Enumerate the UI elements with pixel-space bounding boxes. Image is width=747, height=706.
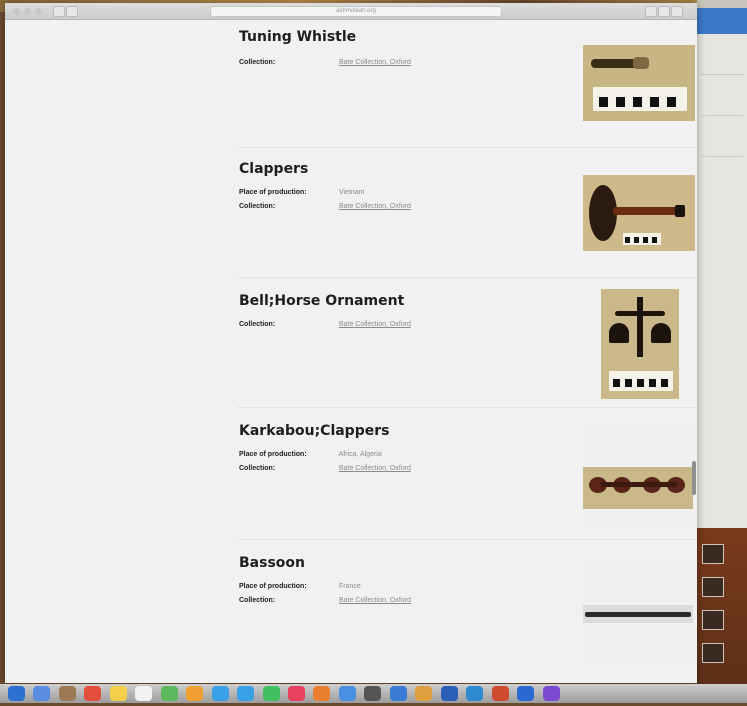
word-icon[interactable] xyxy=(440,686,458,701)
forward-button[interactable] xyxy=(66,6,78,17)
safari-icon[interactable] xyxy=(389,686,407,701)
address-bar[interactable]: ashmolean.org xyxy=(210,6,502,17)
result-divider xyxy=(237,407,697,408)
result-title[interactable]: Karkabou;Clappers xyxy=(239,423,389,439)
result-divider xyxy=(237,539,697,540)
notes-icon[interactable] xyxy=(109,686,127,701)
minimize-window-icon[interactable] xyxy=(24,8,31,15)
background-window[interactable] xyxy=(697,8,747,528)
calendar-icon[interactable] xyxy=(84,686,102,701)
system-preferences-icon[interactable] xyxy=(364,686,382,701)
numbers-icon[interactable] xyxy=(262,686,280,701)
photos-icon[interactable] xyxy=(186,686,204,701)
collection-link[interactable]: Bate Collection, Oxford xyxy=(339,59,411,66)
bell-horse-ornament-photo[interactable] xyxy=(601,289,679,399)
result-title[interactable]: Tuning Whistle xyxy=(239,29,356,45)
karkabou-clappers-photo[interactable] xyxy=(581,425,695,529)
books-icon[interactable] xyxy=(313,686,331,701)
result-title[interactable]: Clappers xyxy=(239,161,308,177)
back-button[interactable] xyxy=(53,6,65,17)
result-field-place: Place of production: Africa, Algeria xyxy=(239,451,382,458)
field-label: Collection: xyxy=(239,465,276,472)
result-field-collection: Collection: Bate Collection, Oxford xyxy=(239,59,411,66)
itunes-icon[interactable] xyxy=(287,686,305,701)
result-item[interactable]: Bell;Horse Ornament Collection: Bate Col… xyxy=(237,277,699,407)
result-field-collection: Collection: Bate Collection, Oxford xyxy=(239,465,411,472)
result-divider xyxy=(237,277,697,278)
browser-window: ashmolean.org Tuning Whistle Collection:… xyxy=(5,3,697,683)
field-value: Vietnam xyxy=(338,189,365,196)
share-button[interactable] xyxy=(645,6,657,17)
tuning-whistle-photo[interactable] xyxy=(583,45,695,121)
field-label: Place of production: xyxy=(239,583,307,590)
result-title[interactable]: Bell;Horse Ornament xyxy=(239,293,404,309)
field-label: Collection: xyxy=(239,59,276,66)
powerpoint-icon[interactable] xyxy=(491,686,509,701)
finder-icon[interactable] xyxy=(8,686,25,701)
result-item[interactable]: Clappers Place of production: Vietnam Co… xyxy=(237,147,699,277)
field-value: Africa, Algeria xyxy=(338,451,382,458)
result-field-place: Place of production: France xyxy=(239,583,361,590)
clappers-photo[interactable] xyxy=(583,175,695,251)
result-item[interactable]: Tuning Whistle Collection: Bate Collecti… xyxy=(237,19,699,147)
field-label: Collection: xyxy=(239,321,276,328)
collection-link[interactable]: Bate Collection, Oxford xyxy=(339,597,411,604)
dock-icons xyxy=(8,686,564,706)
collection-link[interactable]: Bate Collection, Oxford xyxy=(339,465,411,472)
field-label: Place of production: xyxy=(239,189,307,196)
field-label: Collection: xyxy=(239,597,276,604)
close-window-icon[interactable] xyxy=(13,8,20,15)
word-doc-icon[interactable] xyxy=(517,686,535,701)
zoom-window-icon[interactable] xyxy=(35,8,42,15)
browser-titlebar: ashmolean.org xyxy=(5,3,697,20)
messages-icon[interactable] xyxy=(211,686,229,701)
collection-link[interactable]: Bate Collection, Oxford xyxy=(339,203,411,210)
bassoon-photo[interactable] xyxy=(581,559,695,665)
maps-icon[interactable] xyxy=(160,686,178,701)
field-label: Place of production: xyxy=(239,451,307,458)
address-url: ashmolean.org xyxy=(336,8,376,14)
tabs-overview-button[interactable] xyxy=(671,6,683,17)
result-title[interactable]: Bassoon xyxy=(239,555,305,571)
result-item[interactable]: Karkabou;Clappers Place of production: A… xyxy=(237,407,699,539)
results-list: Tuning Whistle Collection: Bate Collecti… xyxy=(5,19,697,683)
result-divider xyxy=(237,147,697,148)
scrollbar-thumb[interactable] xyxy=(692,461,696,495)
result-field-collection: Collection: Bate Collection, Oxford xyxy=(239,203,411,210)
folder-icon[interactable] xyxy=(415,686,433,701)
background-window-thumbnails xyxy=(700,540,746,672)
outlook-icon[interactable] xyxy=(466,686,484,701)
contacts-icon[interactable] xyxy=(58,686,76,701)
reminders-icon[interactable] xyxy=(135,686,153,701)
collection-link[interactable]: Bate Collection, Oxford xyxy=(339,321,411,328)
app-icon[interactable] xyxy=(542,686,560,701)
dock xyxy=(0,684,747,703)
result-field-collection: Collection: Bate Collection, Oxford xyxy=(239,321,411,328)
result-item[interactable]: Bassoon Place of production: France Coll… xyxy=(237,539,699,683)
facetime-icon[interactable] xyxy=(237,686,255,701)
result-field-place: Place of production: Vietnam xyxy=(239,189,365,196)
new-tab-button[interactable] xyxy=(658,6,670,17)
field-label: Collection: xyxy=(239,203,276,210)
field-value: France xyxy=(338,583,361,590)
app-store-icon[interactable] xyxy=(338,686,356,701)
launchpad-icon[interactable] xyxy=(33,686,51,701)
result-field-collection: Collection: Bate Collection, Oxford xyxy=(239,597,411,604)
